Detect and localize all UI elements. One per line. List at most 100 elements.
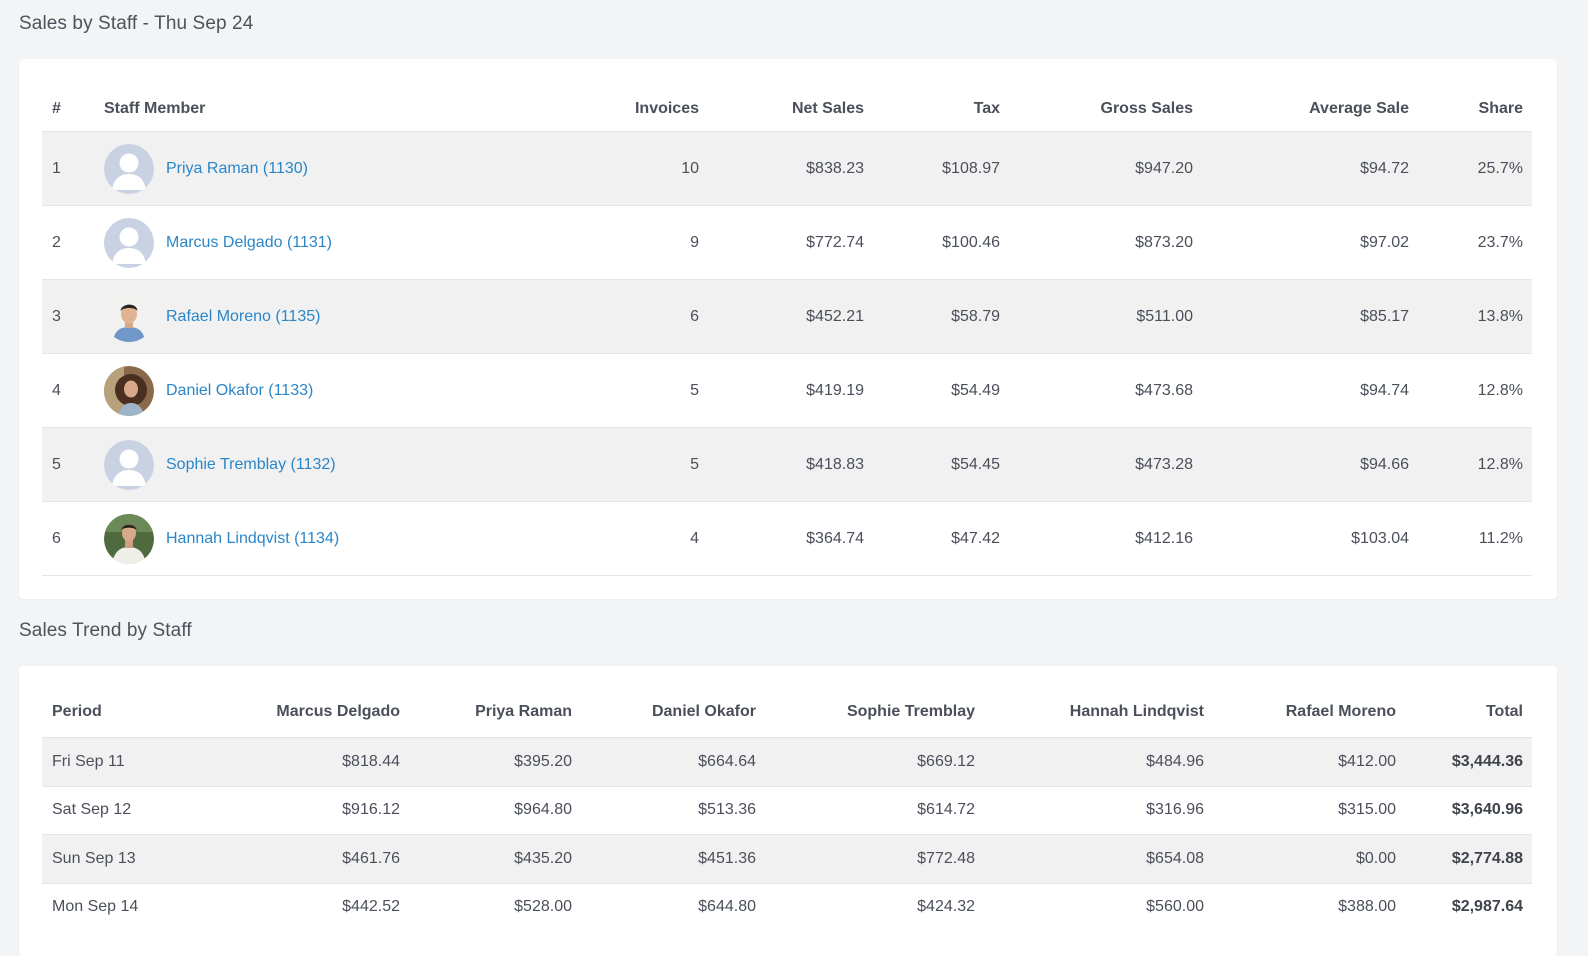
staff-section-title: Sales by Staff - Thu Sep 24	[19, 13, 254, 34]
table-row: Fri Sep 11 $818.44 $395.20 $664.64 $669.12 $4…	[42, 737, 1532, 786]
staff-member-link[interactable]: Rafael Moreno (1135)	[166, 308, 320, 326]
tax-cell: $54.49	[951, 381, 1000, 399]
average-sale-cell: $85.17	[1360, 307, 1409, 325]
staff-member-cell: Hannah Lindqvist (1134)	[104, 502, 339, 575]
staff-value-cell: $818.44	[342, 752, 400, 770]
staff-value-cell: $315.00	[1338, 801, 1396, 819]
avatar	[104, 513, 154, 564]
staff-member-cell: Rafael Moreno (1135)	[104, 280, 320, 353]
period-cell: Fri Sep 11	[52, 752, 125, 770]
table-row: 3 6 $452.21 $58.79 $511.00 $85.17 13.8% Rafael …	[42, 279, 1532, 353]
rank-cell: 5	[52, 455, 61, 473]
staff-value-cell: $513.36	[698, 801, 756, 819]
staff-value-cell: $0.00	[1355, 849, 1396, 867]
col-rank-header[interactable]: #	[52, 87, 61, 131]
gross-sales-cell: $947.20	[1135, 159, 1193, 177]
tax-cell: $100.46	[942, 233, 1000, 251]
staff-member-link[interactable]: Marcus Delgado (1131)	[166, 234, 332, 252]
table-bottom-border	[42, 575, 1532, 576]
staff-value-cell: $614.72	[917, 801, 975, 819]
staff-member-link[interactable]: Priya Raman (1130)	[166, 160, 308, 178]
staff-value-cell: $451.36	[698, 849, 756, 867]
share-cell: 12.8%	[1477, 455, 1523, 473]
total-cell: $3,640.96	[1451, 801, 1523, 819]
staff-value-cell: $664.64	[698, 752, 756, 770]
table-row: Mon Sep 14 $442.52 $528.00 $644.80 $424.32 $5…	[42, 882, 1532, 932]
col-gross-sales-header[interactable]: Gross Sales	[1101, 87, 1194, 131]
table-row: 1 10 $838.23 $108.97 $947.20 $94.72 25.7% Priya…	[42, 131, 1532, 205]
invoices-cell: 4	[690, 529, 699, 547]
col-total-header[interactable]: Total	[1486, 690, 1523, 734]
tax-cell: $54.45	[951, 455, 1000, 473]
net-sales-cell: $452.21	[806, 307, 864, 325]
invoices-cell: 9	[690, 233, 699, 251]
trend-section-title: Sales Trend by Staff	[19, 620, 192, 641]
col-staff-trend-header[interactable]: Sophie Tremblay	[847, 690, 975, 734]
gross-sales-cell: $473.68	[1135, 381, 1193, 399]
avatar	[104, 439, 154, 490]
share-cell: 12.8%	[1477, 381, 1523, 399]
col-invoices-header[interactable]: Invoices	[635, 87, 699, 131]
staff-value-cell: $560.00	[1146, 898, 1204, 916]
share-cell: 25.7%	[1477, 159, 1523, 177]
table-row: 5 5 $418.83 $54.45 $473.28 $94.66 12.8% Sophie …	[42, 427, 1532, 501]
tax-cell: $58.79	[951, 307, 1000, 325]
col-staff-trend-header[interactable]: Hannah Lindqvist	[1070, 690, 1204, 734]
staff-value-cell: $395.20	[514, 752, 572, 770]
net-sales-cell: $419.19	[806, 381, 864, 399]
table-row: 2 9 $772.74 $100.46 $873.20 $97.02 23.7% Marcus…	[42, 205, 1532, 279]
rank-cell: 3	[52, 307, 61, 325]
avatar	[104, 365, 154, 416]
col-staff-trend-header[interactable]: Priya Raman	[475, 690, 572, 734]
col-tax-header[interactable]: Tax	[974, 87, 1000, 131]
period-cell: Sat Sep 12	[52, 801, 132, 819]
rank-cell: 6	[52, 529, 61, 547]
staff-value-cell: $388.00	[1338, 898, 1396, 916]
rank-cell: 2	[52, 233, 61, 251]
net-sales-cell: $364.74	[806, 529, 864, 547]
col-average-sale-header[interactable]: Average Sale	[1309, 87, 1409, 131]
avatar	[104, 291, 154, 342]
staff-member-cell: Sophie Tremblay (1132)	[104, 428, 336, 501]
invoices-cell: 5	[690, 381, 699, 399]
col-staff-header[interactable]: Staff Member	[104, 87, 205, 131]
gross-sales-cell: $412.16	[1135, 529, 1193, 547]
col-staff-trend-header[interactable]: Daniel Okafor	[652, 690, 756, 734]
gross-sales-cell: $873.20	[1135, 233, 1193, 251]
table-row: 6 4 $364.74 $47.42 $412.16 $103.04 11.2% Hannah…	[42, 501, 1532, 575]
staff-member-link[interactable]: Daniel Okafor (1133)	[166, 382, 313, 400]
col-period-header[interactable]: Period	[52, 690, 102, 734]
staff-member-cell: Marcus Delgado (1131)	[104, 206, 332, 279]
staff-value-cell: $964.80	[514, 801, 572, 819]
staff-value-cell: $772.48	[917, 849, 975, 867]
table-row: 4 5 $419.19 $54.49 $473.68 $94.74 12.8% Daniel …	[42, 353, 1532, 427]
staff-value-cell: $435.20	[514, 849, 572, 867]
avatar	[104, 217, 154, 268]
period-cell: Sun Sep 13	[52, 849, 136, 867]
staff-value-cell: $654.08	[1146, 849, 1204, 867]
tax-cell: $108.97	[942, 159, 1000, 177]
tax-cell: $47.42	[951, 529, 1000, 547]
staff-value-cell: $669.12	[917, 752, 975, 770]
average-sale-cell: $97.02	[1360, 233, 1409, 251]
share-cell: 23.7%	[1477, 233, 1523, 251]
invoices-cell: 6	[690, 307, 699, 325]
staff-member-link[interactable]: Hannah Lindqvist (1134)	[166, 530, 339, 548]
average-sale-cell: $94.72	[1360, 159, 1409, 177]
period-cell: Mon Sep 14	[52, 898, 139, 916]
share-cell: 13.8%	[1477, 307, 1523, 325]
sales-trend-card: Period Marcus Delgado Priya Raman Daniel Ok…	[19, 666, 1557, 956]
rank-cell: 4	[52, 381, 61, 399]
staff-sales-card: # Staff Member Invoices Net Sales Tax Gr…	[19, 59, 1557, 599]
col-share-header[interactable]: Share	[1479, 87, 1523, 131]
total-cell: $2,987.64	[1451, 898, 1523, 916]
col-staff-trend-header[interactable]: Marcus Delgado	[276, 690, 400, 734]
net-sales-cell: $418.83	[806, 455, 864, 473]
staff-value-cell: $644.80	[698, 898, 756, 916]
invoices-cell: 10	[681, 159, 699, 177]
col-staff-trend-header[interactable]: Rafael Moreno	[1286, 690, 1396, 734]
staff-value-cell: $424.32	[917, 898, 975, 916]
staff-member-link[interactable]: Sophie Tremblay (1132)	[166, 456, 336, 474]
col-net-sales-header[interactable]: Net Sales	[792, 87, 864, 131]
total-cell: $3,444.36	[1451, 752, 1523, 770]
